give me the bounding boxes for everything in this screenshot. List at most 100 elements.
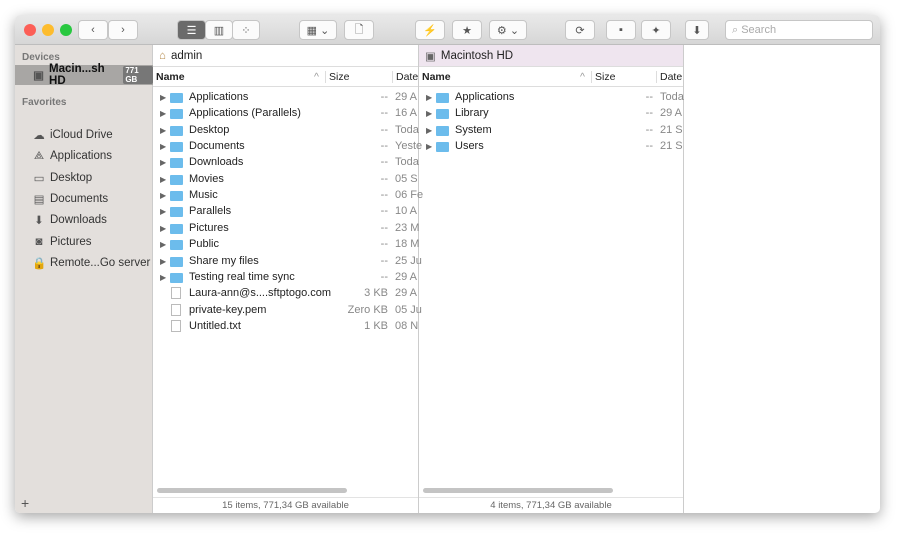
column-view-button[interactable]: ▥ [205, 20, 233, 40]
size-column-header[interactable]: Size [325, 71, 349, 83]
documents-icon: ▤ [33, 193, 45, 206]
desktop-icon: ▭ [33, 172, 45, 185]
forward-button[interactable]: › [108, 20, 138, 40]
folder-row[interactable]: ▶ Public -- 18 M [153, 237, 419, 253]
disclosure-triangle-icon[interactable]: ▶ [160, 126, 166, 135]
folder-row[interactable]: ▶ Testing real time sync -- 29 A [153, 270, 418, 286]
disclosure-triangle-icon[interactable]: ▶ [160, 257, 166, 266]
minimize-button[interactable] [42, 24, 54, 36]
item-name: System [455, 123, 492, 136]
refresh-button[interactable]: ⟳ [565, 20, 595, 40]
disclosure-triangle-icon[interactable]: ▶ [160, 158, 166, 167]
sidebar-item-desktop[interactable]: ▭ Desktop [15, 168, 153, 188]
horizontal-scrollbar[interactable] [423, 488, 613, 493]
name-column-header[interactable]: Name [422, 71, 451, 83]
file-row[interactable]: Untitled.txt 1 KB 08 N [153, 319, 418, 335]
file-row[interactable]: Laura-ann@s....sftptogo.com 3 KB 29 A [153, 286, 418, 302]
disclosure-triangle-icon[interactable]: ▶ [426, 93, 432, 102]
item-date: 05 S [395, 172, 418, 185]
back-button[interactable]: ‹ [78, 20, 108, 40]
sidebar-item-icloud-drive[interactable]: ☁ iCloud Drive [15, 125, 153, 145]
disclosure-triangle-icon[interactable]: ▶ [160, 240, 166, 249]
camera-icon: ◙ [35, 235, 43, 248]
item-name: Users [455, 140, 484, 153]
sidebar-item-documents[interactable]: ▤ Documents [15, 189, 153, 209]
search-icon: ⌕ [732, 24, 742, 36]
sidebar-item-downloads[interactable]: ⬇ Downloads [15, 210, 153, 230]
item-name: Library [455, 107, 489, 120]
sidebar-item-remote-go-server[interactable]: 🔒 Remote...Go server [15, 253, 153, 273]
status-bar: 15 items, 771,34 GB available [153, 497, 418, 513]
folder-row[interactable]: ▶ Desktop -- Toda [153, 123, 419, 139]
right-pane: ▣ Macintosh HD Name ^ Size Date ▶ Applicat… [419, 45, 684, 513]
list-view-button[interactable]: ☰ [177, 20, 206, 40]
sidebar-item-pictures[interactable]: ◙ Pictures [15, 232, 153, 252]
folder-row[interactable]: ▶ Share my files -- 25 Ju [153, 254, 422, 270]
item-size: -- [380, 254, 388, 267]
disclosure-triangle-icon[interactable]: ▶ [426, 109, 432, 118]
item-date: Toda [395, 123, 419, 136]
sidebar-item-label: Pictures [50, 235, 92, 248]
folder-row[interactable]: ▶ Music -- 06 Fe [153, 188, 423, 204]
sidebar-item-applications[interactable]: ⟁ Applications [15, 146, 153, 166]
disclosure-triangle-icon[interactable]: ▶ [160, 142, 166, 151]
disclosure-triangle-icon[interactable]: ▶ [160, 273, 166, 282]
quick-connect-button[interactable]: ⚡ [415, 20, 445, 40]
disclosure-triangle-icon[interactable]: ▶ [160, 93, 166, 102]
icon-view-button[interactable]: ⁘ [232, 20, 260, 40]
name-column-header[interactable]: Name [156, 71, 185, 83]
disclosure-triangle-icon[interactable]: ▶ [160, 207, 166, 216]
disclosure-triangle-icon[interactable]: ▶ [160, 175, 166, 184]
view-options-dropdown[interactable]: ▦ ⌄ [299, 20, 337, 40]
favorites-button[interactable]: ★ [452, 20, 482, 40]
item-date: Toda [660, 91, 684, 103]
folder-row[interactable]: ▶ Applications (Parallels) -- 16 A [153, 106, 418, 122]
sidebar: Devices ▣ Macin...sh HD 771 GB Favorites ☁… [15, 45, 154, 513]
item-date: 21 S [660, 140, 683, 153]
size-column-header[interactable]: Size [591, 71, 615, 83]
item-date: 29 A [395, 287, 418, 300]
folder-icon [170, 93, 183, 103]
zoom-button[interactable] [60, 24, 72, 36]
folder-row[interactable]: ▶ Applications -- 29 A [153, 90, 418, 106]
sidebar-item-label: Documents [50, 192, 109, 205]
downloads-button[interactable]: ⬇ [685, 20, 709, 40]
folder-row[interactable]: ▶ Parallels -- 10 A [153, 204, 418, 220]
disclosure-triangle-icon[interactable]: ▶ [160, 224, 166, 233]
date-column-header[interactable]: Date [656, 71, 682, 83]
sidebar-item-label: Desktop [50, 171, 93, 184]
grid-chevron-icon: ▦ ⌄ [306, 24, 330, 37]
terminal-button[interactable]: ▪ [606, 20, 636, 40]
folder-row[interactable]: ▶ Documents -- Yeste [153, 139, 422, 155]
file-icon [171, 319, 181, 332]
disclosure-triangle-icon[interactable]: ▶ [426, 142, 432, 151]
item-size: -- [380, 270, 388, 283]
item-date: 21 S [660, 123, 683, 136]
disclosure-triangle-icon[interactable]: ▶ [160, 191, 166, 200]
folder-row[interactable]: ▶ System -- 21 S [419, 123, 683, 139]
actions-dropdown[interactable]: ⚙ ⌄ [489, 20, 527, 40]
disclosure-triangle-icon[interactable]: ▶ [160, 109, 166, 118]
file-row[interactable]: private-key.pem Zero KB 05 Ju [153, 303, 422, 319]
search-input[interactable]: ⌕ Search [725, 20, 873, 40]
add-favorite-button[interactable]: + [21, 495, 29, 511]
folder-row[interactable]: ▶ Movies -- 05 S [153, 172, 418, 188]
folder-row[interactable]: ▶ Pictures -- 23 M [153, 221, 419, 237]
path-bar: ▣ Macintosh HD [419, 45, 683, 67]
sidebar-item-device[interactable]: ▣ Macin...sh HD 771 GB [15, 63, 154, 87]
folder-row[interactable]: ▶ Downloads -- Toda [153, 155, 419, 171]
close-button[interactable] [24, 24, 36, 36]
disclosure-triangle-icon[interactable]: ▶ [426, 126, 432, 135]
status-bar: 4 items, 771,34 GB available [419, 497, 683, 513]
folder-row[interactable]: ▶ Applications -- Toda [419, 90, 684, 106]
new-file-button[interactable]: 🗋 [344, 20, 374, 40]
item-name: Movies [189, 172, 224, 185]
folder-icon [170, 207, 183, 218]
date-column-header[interactable]: Date [392, 71, 418, 83]
document-icon: 🗋 [354, 23, 364, 36]
folder-row[interactable]: ▶ Library -- 29 A [419, 106, 683, 122]
horizontal-scrollbar[interactable] [157, 488, 347, 493]
sync-button[interactable]: ✦ [641, 20, 671, 40]
folder-row[interactable]: ▶ Users -- 21 S [419, 139, 683, 155]
folder-icon [170, 191, 183, 202]
